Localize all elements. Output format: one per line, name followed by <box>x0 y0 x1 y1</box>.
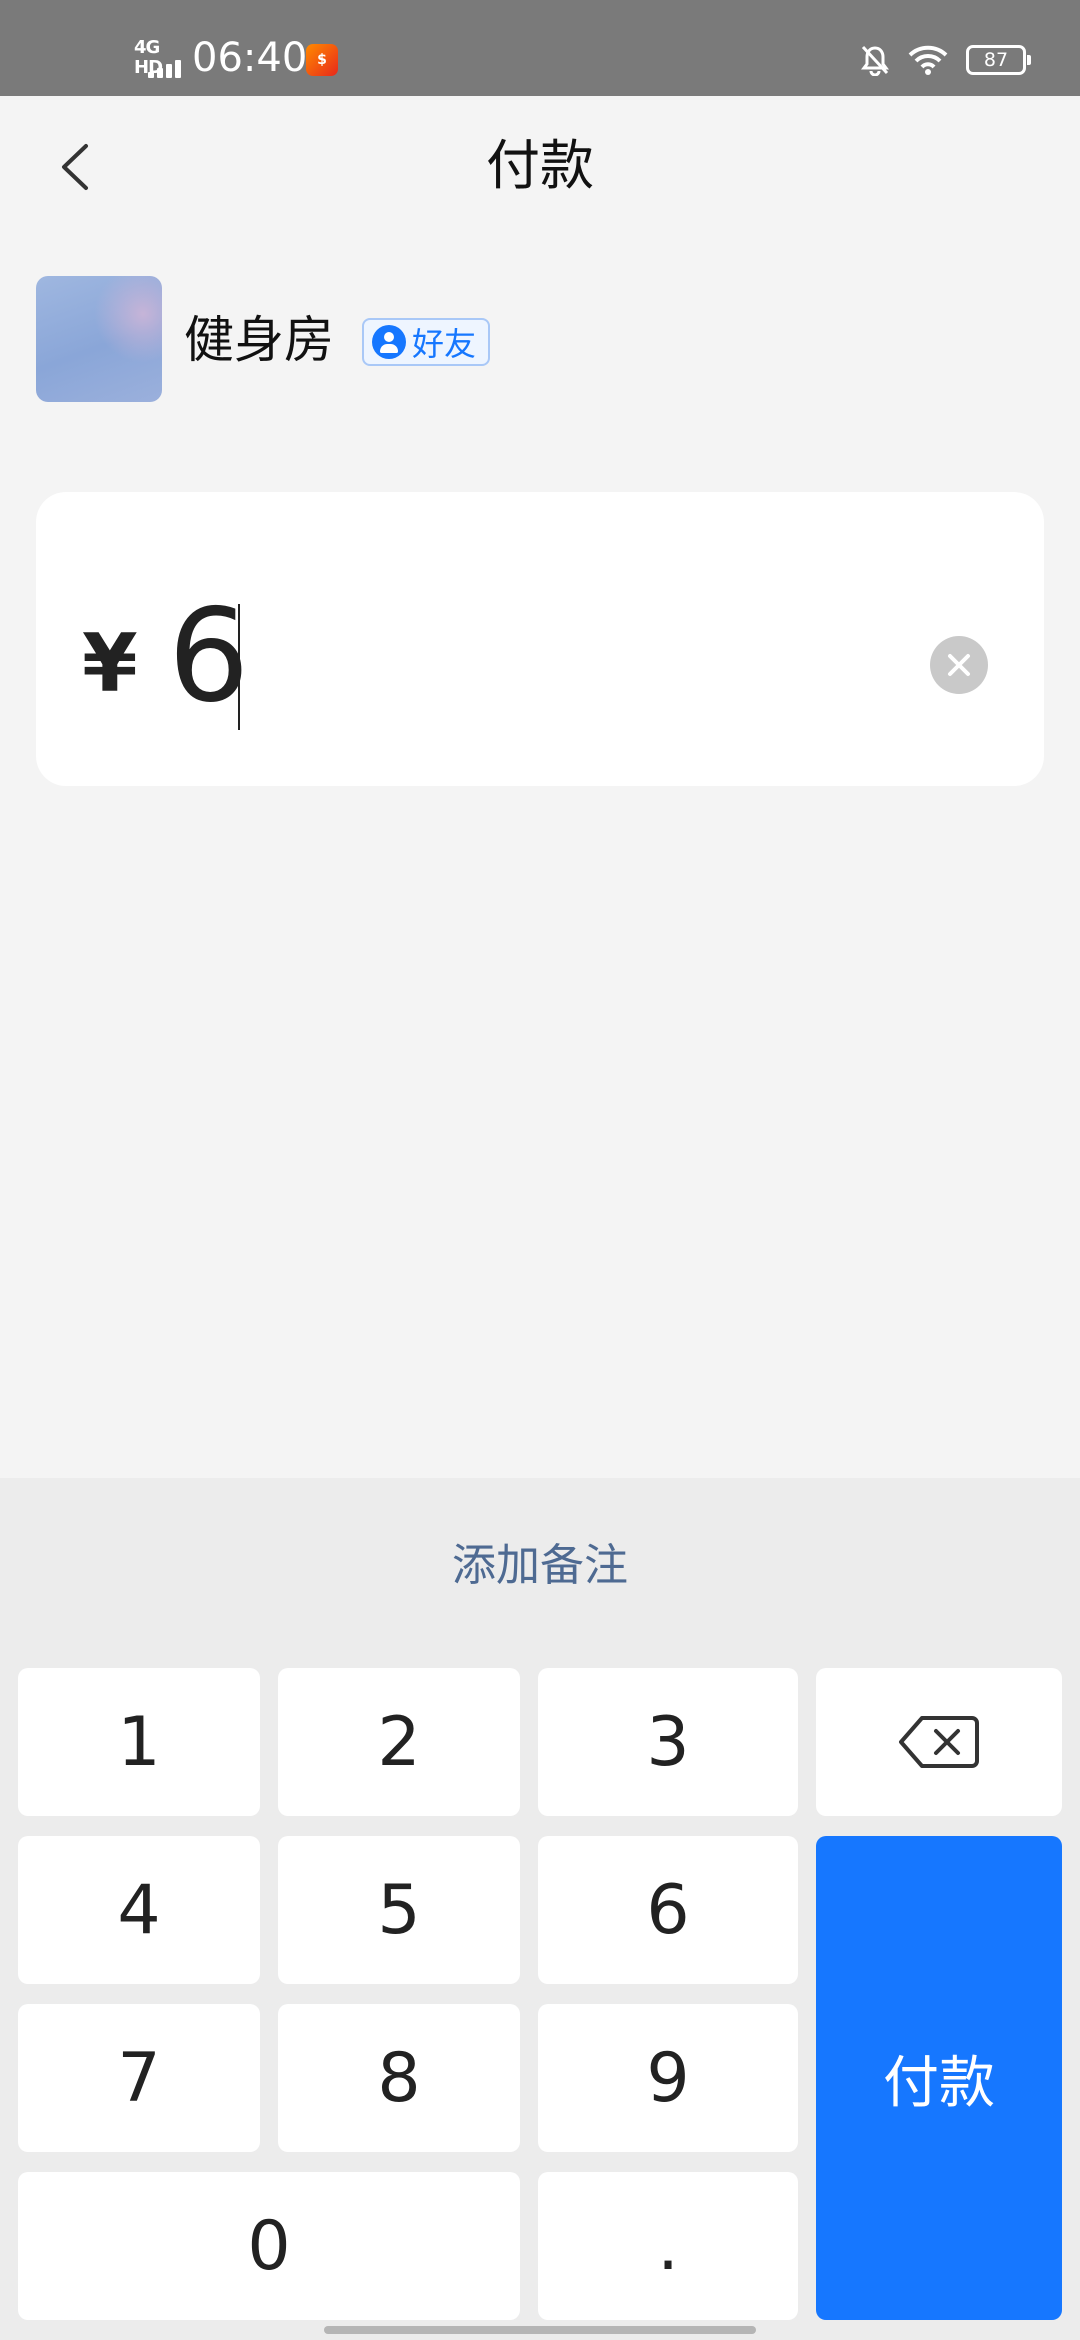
payment-page: 4G HD 06:40 $ 87 付款 健身房 好友 ¥ 6 添加备注 1 2 … <box>0 0 1080 2340</box>
key-1[interactable]: 1 <box>18 1668 260 1816</box>
backspace-button[interactable] <box>816 1668 1062 1816</box>
key-7[interactable]: 7 <box>18 2004 260 2152</box>
amount-input-card[interactable]: ¥ 6 <box>36 492 1044 786</box>
payee-name: 健身房 <box>184 311 334 369</box>
battery-icon: 87 <box>966 45 1031 75</box>
key-5[interactable]: 5 <box>278 1836 520 1984</box>
wifi-icon <box>908 44 948 76</box>
friend-badge-label: 好友 <box>412 325 477 363</box>
key-0[interactable]: 0 <box>18 2172 520 2320</box>
status-bar: 4G HD 06:40 $ 87 <box>0 0 1080 96</box>
key-4[interactable]: 4 <box>18 1836 260 1984</box>
bell-off-icon <box>860 44 890 76</box>
add-note-button[interactable]: 添加备注 <box>0 1538 1080 1594</box>
key-8[interactable]: 8 <box>278 2004 520 2152</box>
text-cursor <box>238 604 240 730</box>
close-icon <box>948 654 970 676</box>
key-decimal[interactable]: . <box>538 2172 798 2320</box>
key-2[interactable]: 2 <box>278 1668 520 1816</box>
pay-button[interactable]: 付款 <box>816 1836 1062 2320</box>
app-header: 付款 <box>0 96 1080 246</box>
status-icons: 87 <box>860 38 1031 82</box>
key-3[interactable]: 3 <box>538 1668 798 1816</box>
user-icon <box>372 325 406 359</box>
cellular-signal-icon: 4G HD <box>134 38 184 78</box>
home-indicator[interactable] <box>324 2326 756 2334</box>
app-notification-icon: $ <box>306 44 338 76</box>
clear-amount-button[interactable] <box>930 636 988 694</box>
key-9[interactable]: 9 <box>538 2004 798 2152</box>
currency-symbol: ¥ <box>82 617 138 710</box>
friend-badge: 好友 <box>362 318 491 366</box>
payee-avatar <box>36 276 162 402</box>
backspace-icon <box>899 1716 979 1768</box>
clock: 06:40 <box>192 35 308 81</box>
page-title: 付款 <box>486 134 594 197</box>
key-6[interactable]: 6 <box>538 1836 798 1984</box>
